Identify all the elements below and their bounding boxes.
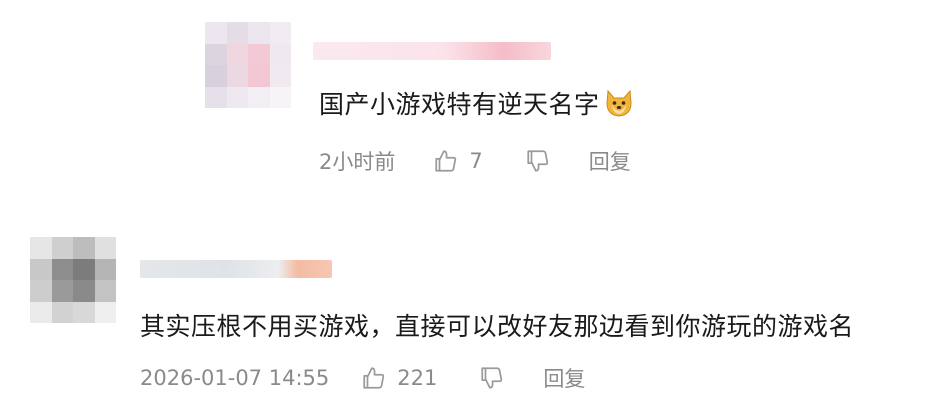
like-button[interactable]: 7 (433, 148, 483, 174)
username-blurred[interactable] (140, 260, 332, 278)
dislike-button[interactable] (525, 148, 551, 174)
comment-text: 其实压根不用买游戏，直接可以改好友那边看到你游玩的游戏名 (140, 312, 855, 341)
avatar[interactable] (30, 237, 116, 323)
thumbs-down-icon (527, 150, 548, 172)
comment-meta: 2小时前 7 回复 (319, 146, 631, 176)
like-button[interactable]: 221 (361, 365, 437, 391)
avatar[interactable] (205, 22, 291, 108)
comment-meta: 2026-01-07 14:55 221 回复 (140, 363, 585, 393)
timestamp: 2026-01-07 14:55 (140, 366, 330, 390)
username-blurred[interactable] (313, 42, 551, 60)
thumbs-up-icon (363, 367, 385, 389)
dislike-button[interactable] (479, 365, 505, 391)
reply-button[interactable]: 回复 (543, 363, 585, 393)
timestamp: 2小时前 (319, 150, 396, 174)
like-count: 221 (397, 366, 438, 390)
thumbs-up-icon (435, 150, 457, 172)
comment-2: 其实压根不用买游戏，直接可以改好友那边看到你游玩的游戏名 2026-01-07 … (0, 200, 938, 414)
reply-button[interactable]: 回复 (589, 146, 631, 176)
comment-text: 国产小游戏特有逆天名字 (319, 87, 635, 127)
like-count: 7 (469, 149, 483, 173)
dog-face-emoji (603, 87, 635, 127)
thumbs-down-icon (481, 367, 503, 389)
comment-1: 国产小游戏特有逆天名字 2小时前 7 回复 (0, 0, 938, 200)
